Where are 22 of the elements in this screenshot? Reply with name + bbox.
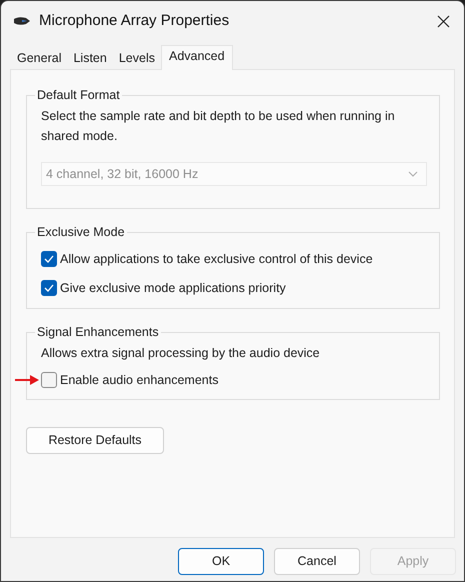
restore-defaults-button[interactable]: Restore Defaults: [26, 427, 164, 454]
check-icon: [44, 255, 54, 264]
window-title: Microphone Array Properties: [39, 10, 230, 31]
close-icon: [437, 14, 450, 28]
checkbox[interactable]: [41, 280, 57, 296]
tab[interactable]: General: [11, 48, 68, 69]
checkbox[interactable]: [41, 251, 57, 268]
microphone-icon: [13, 16, 31, 26]
dialog-button[interactable]: OK: [178, 548, 264, 575]
description-text: Allows extra signal processing by the audio device: [41, 344, 321, 362]
checkbox[interactable]: [41, 372, 57, 388]
checkbox-label: Give exclusive mode applications priority: [60, 280, 286, 297]
check-icon: [44, 284, 54, 292]
tab[interactable]: Listen: [67, 48, 113, 69]
dialog-button[interactable]: Cancel: [274, 548, 360, 575]
tab[interactable]: Advanced: [160, 45, 233, 70]
checkbox-label: Enable audio enhancements: [60, 372, 218, 388]
chevron-icon: [408, 171, 418, 177]
description-text: Select the sample rate and bit depth to be used when running in shared mode.: [41, 108, 396, 145]
group-title: Signal Enhancements: [35, 324, 161, 340]
tab[interactable]: Levels: [112, 48, 161, 69]
checkbox-label: Allow applications to take exclusive control of this device: [60, 251, 373, 268]
